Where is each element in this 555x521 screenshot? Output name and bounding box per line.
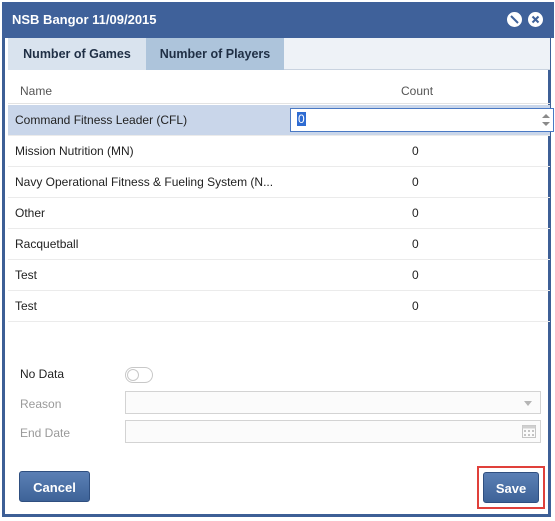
row-count: 0 <box>412 268 419 282</box>
row-count: 0 <box>412 175 419 189</box>
table-row[interactable]: Test 0 <box>8 260 550 291</box>
row-name: Navy Operational Fitness & Fueling Syste… <box>15 175 274 189</box>
table-row[interactable]: Mission Nutrition (MN) 0 <box>8 136 550 167</box>
reason-label: Reason <box>20 397 62 411</box>
toggle-knob <box>127 369 139 381</box>
dialog: NSB Bangor 11/09/2015 Number of Games Nu… <box>2 2 554 517</box>
end-date-field[interactable] <box>125 420 541 443</box>
column-header-name[interactable]: Name <box>20 84 52 98</box>
save-button[interactable]: Save <box>483 472 539 503</box>
row-name: Mission Nutrition (MN) <box>15 144 134 158</box>
count-input-value: 0 <box>297 112 306 126</box>
end-date-label: End Date <box>20 426 71 440</box>
calendar-icon[interactable] <box>522 425 536 441</box>
row-count: 0 <box>412 299 419 313</box>
minimize-icon[interactable] <box>507 12 522 27</box>
reason-select[interactable] <box>125 391 541 414</box>
column-header-count[interactable]: Count <box>401 84 433 98</box>
row-name: Test <box>15 299 38 313</box>
dialog-title: NSB Bangor 11/09/2015 <box>12 12 157 27</box>
row-name: Test <box>15 268 38 282</box>
tab-number-of-games[interactable]: Number of Games <box>8 38 146 70</box>
row-count: 0 <box>412 206 419 220</box>
table-row[interactable]: Racquetball 0 <box>8 229 550 260</box>
close-icon[interactable] <box>528 12 543 27</box>
row-count: 0 <box>412 144 419 158</box>
spinner-arrows-icon[interactable] <box>541 112 551 128</box>
grid-rows: Command Fitness Leader (CFL) 0 Mission N… <box>8 105 554 322</box>
no-data-toggle[interactable] <box>125 367 153 383</box>
table-row[interactable]: Other 0 <box>8 198 550 229</box>
table-row[interactable]: Test 0 <box>8 291 550 322</box>
row-name: Command Fitness Leader (CFL) <box>15 113 188 127</box>
tab-number-of-players[interactable]: Number of Players <box>146 38 284 70</box>
cancel-button[interactable]: Cancel <box>19 471 90 502</box>
count-input[interactable]: 0 <box>290 108 554 132</box>
dialog-titlebar: NSB Bangor 11/09/2015 <box>2 2 554 38</box>
grid-header: Name Count <box>8 78 550 104</box>
table-row[interactable]: Navy Operational Fitness & Fueling Syste… <box>8 167 550 198</box>
tab-bar: Number of Games Number of Players <box>8 38 550 70</box>
row-name: Racquetball <box>15 237 79 251</box>
row-count: 0 <box>412 237 419 251</box>
row-name: Other <box>15 206 46 220</box>
no-data-label: No Data <box>20 367 65 381</box>
chevron-down-icon <box>524 401 532 406</box>
table-row[interactable]: Command Fitness Leader (CFL) 0 <box>8 105 554 136</box>
